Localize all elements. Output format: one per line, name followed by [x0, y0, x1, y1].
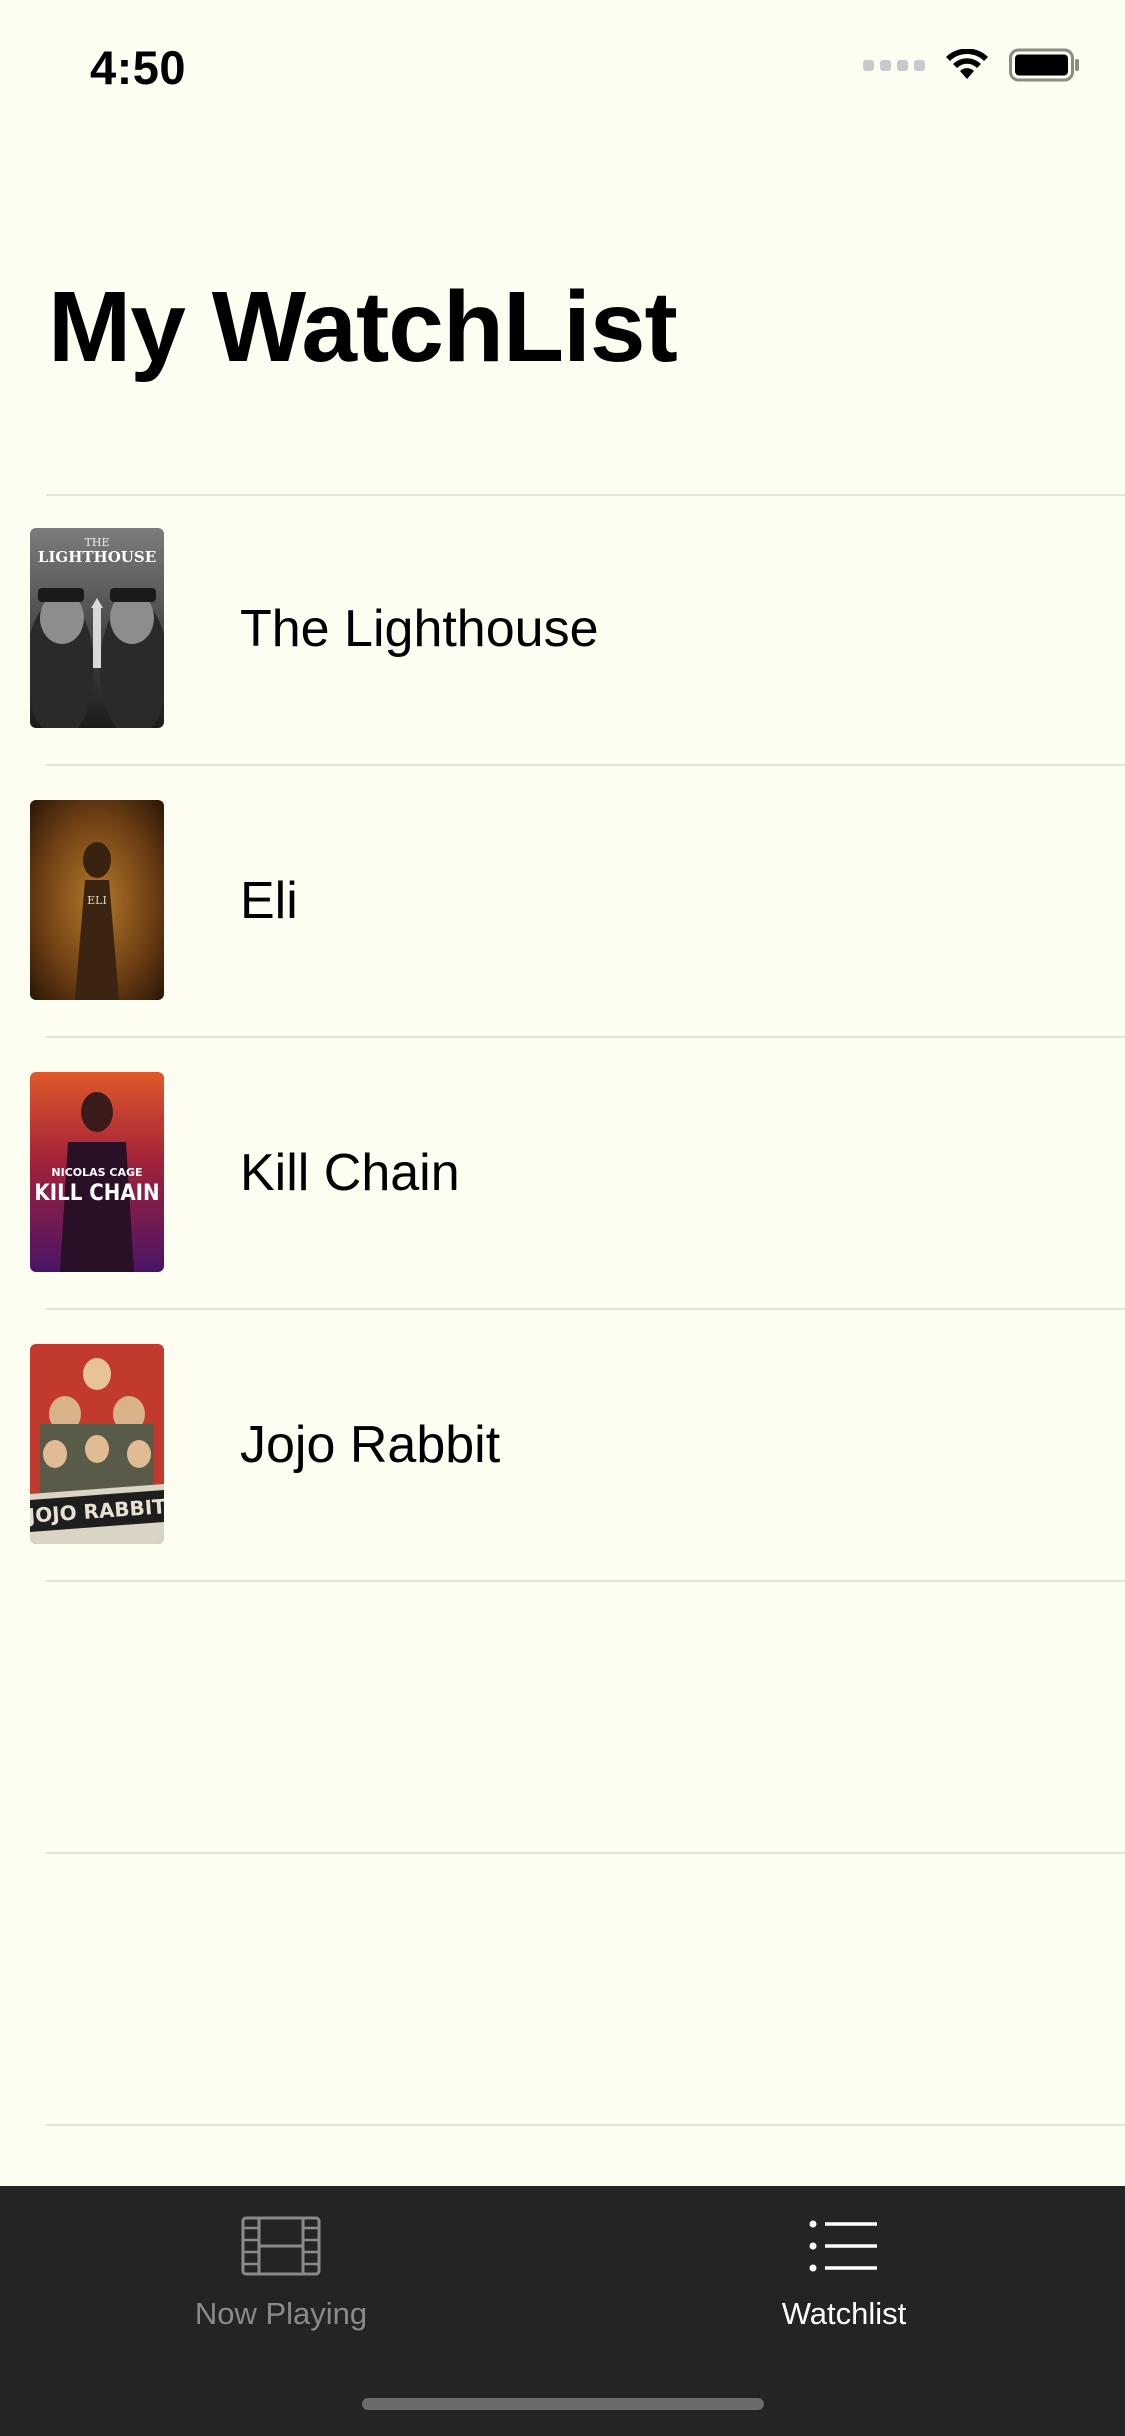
- tab-label: Watchlist: [781, 2296, 907, 2331]
- empty-row: [46, 1582, 1125, 1854]
- empty-row: [46, 1854, 1125, 2126]
- movie-poster: NICOLAS CAGE KILL CHAIN: [30, 1072, 164, 1272]
- svg-text:KILL CHAIN: KILL CHAIN: [34, 1181, 159, 1206]
- status-icons: [863, 48, 1081, 82]
- home-indicator[interactable]: [362, 2398, 764, 2410]
- status-time: 4:50: [90, 41, 187, 94]
- table-row[interactable]: NICOLAS CAGE KILL CHAIN Kill Chain: [30, 1038, 1125, 1310]
- movie-poster: JOJO RABBIT: [30, 1344, 164, 1544]
- table-row[interactable]: ELI Eli: [30, 766, 1125, 1038]
- movie-title: Kill Chain: [240, 1144, 460, 1202]
- battery-icon: [1009, 48, 1079, 82]
- table-row[interactable]: JOJO RABBIT Jojo Rabbit: [30, 1310, 1125, 1582]
- movie-title: Eli: [240, 872, 298, 930]
- status-bar: 4:50: [0, 0, 1125, 140]
- watchlist-table: THE LIGHTHOUSE The Lighthouse ELI Eli NI…: [0, 494, 1125, 2126]
- svg-text:NICOLAS CAGE: NICOLAS CAGE: [51, 1166, 142, 1179]
- table-row[interactable]: THE LIGHTHOUSE The Lighthouse: [30, 494, 1125, 766]
- svg-text:LIGHTHOUSE: LIGHTHOUSE: [38, 548, 156, 566]
- svg-text:ELI: ELI: [87, 894, 107, 907]
- tab-now-playing[interactable]: Now Playing: [0, 2186, 562, 2376]
- list-icon: [809, 2214, 879, 2278]
- movie-title: Jojo Rabbit: [240, 1416, 501, 1474]
- movie-title: The Lighthouse: [240, 600, 599, 658]
- movie-poster: THE LIGHTHOUSE: [30, 528, 164, 728]
- cellular-signal-icon: [863, 59, 925, 71]
- tab-bar: Now Playing Watchlist: [0, 2186, 1125, 2436]
- page-title: My WatchList: [48, 271, 678, 383]
- tab-label: Now Playing: [194, 2296, 368, 2331]
- wifi-icon: [946, 49, 988, 79]
- tab-watchlist[interactable]: Watchlist: [563, 2186, 1125, 2376]
- film-icon: [241, 2214, 321, 2278]
- movie-poster: ELI: [30, 800, 164, 1000]
